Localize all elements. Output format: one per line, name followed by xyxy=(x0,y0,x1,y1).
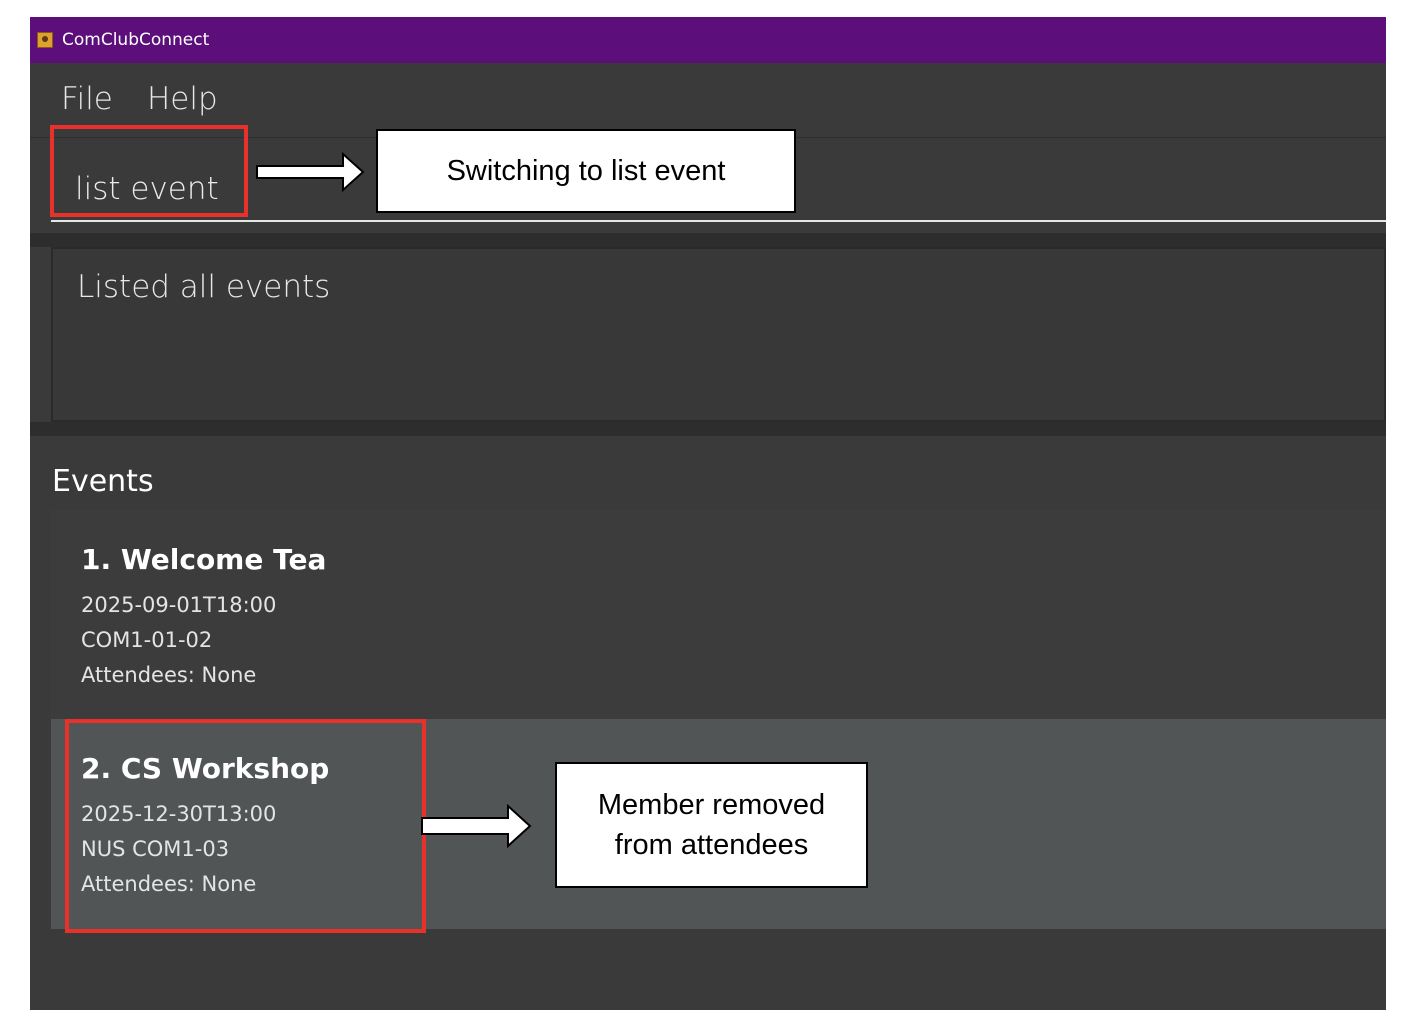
arrow-right-icon xyxy=(421,804,532,848)
events-heading: Events xyxy=(52,464,154,499)
command-annotation: Switching to list event xyxy=(376,129,796,213)
event-datetime: 2025-09-01T18:00 xyxy=(81,593,277,617)
window-title: ComClubConnect xyxy=(62,30,210,50)
event-highlight-box xyxy=(65,719,426,933)
event-attendees: Attendees: None xyxy=(81,663,257,687)
result-display: Listed all events xyxy=(51,247,1386,422)
event-card[interactable]: 1. Welcome Tea 2025-09-01T18:00 COM1-01-… xyxy=(51,510,1386,720)
divider xyxy=(30,422,1386,436)
event-annotation-line2: from attendees xyxy=(614,829,809,861)
command-highlight-box xyxy=(50,125,248,217)
app-logo-icon xyxy=(37,32,53,48)
event-annotation-line1: Member removed xyxy=(597,789,826,821)
result-message: Listed all events xyxy=(77,269,331,305)
event-location: COM1-01-02 xyxy=(81,628,213,652)
event-annotation: Member removed from attendees xyxy=(555,762,868,888)
event-name: 1. Welcome Tea xyxy=(81,543,327,576)
divider xyxy=(30,233,1386,247)
title-bar: ComClubConnect xyxy=(30,17,1386,63)
menu-help[interactable]: Help xyxy=(147,77,218,121)
menu-file[interactable]: File xyxy=(61,77,113,121)
arrow-right-icon xyxy=(256,152,365,192)
command-annotation-text: Switching to list event xyxy=(446,155,726,187)
